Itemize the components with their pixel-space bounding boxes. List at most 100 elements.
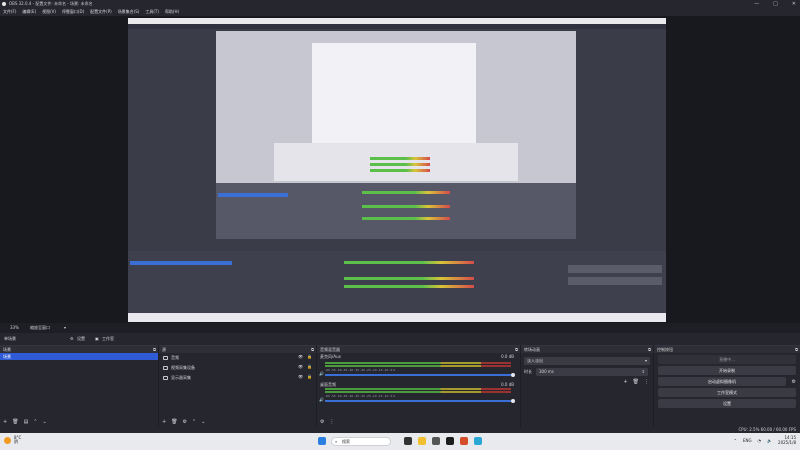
studio-mode-button[interactable]: 工作室模式 (658, 388, 796, 397)
delete-icon[interactable]: 🗑 (12, 417, 18, 427)
fps-readout: 60.00 / 60.00 FPS (760, 427, 796, 432)
move-up-icon[interactable]: ⌃ (192, 417, 196, 427)
program-preview[interactable] (128, 18, 666, 322)
delete-icon[interactable]: 🗑 (633, 379, 639, 385)
speaker-icon[interactable]: 🔊 (319, 371, 324, 376)
taskbar: 8°C 阴 ⌕ 搜索 ⌃ ENG ◔ 🔈 14:15 2025/1/8 (0, 433, 800, 450)
virtual-camera-button[interactable]: 启动虚拟摄像机 (658, 377, 786, 386)
weather-widget[interactable]: 8°C 阴 (4, 436, 21, 444)
maximize-button[interactable]: □ (773, 0, 778, 8)
controls-header: 控制按钮 ⧉ (654, 346, 800, 353)
nested-docks-row (128, 251, 666, 313)
start-recording-button[interactable]: 开始录制 (658, 366, 796, 375)
audio-mixer-dock: 音频混音器 ⧉ 麦克风/Aux 0.0 dB -60 -55 -50 -45 -… (317, 345, 520, 427)
source-item[interactable]: 音频 👁 🔒 (159, 353, 316, 363)
settings-button[interactable]: 设置 (77, 333, 85, 345)
transition-type-select[interactable]: 淡入淡出 ▾ (524, 357, 650, 365)
gear-icon[interactable]: ⚙ (792, 379, 796, 385)
streaming-button[interactable]: 直播中... (658, 355, 796, 364)
menu-edit[interactable]: 编辑(E) (22, 8, 36, 16)
move-up-icon[interactable]: ⌃ (33, 417, 37, 427)
add-icon[interactable]: + (3, 417, 7, 427)
delete-icon[interactable]: 🗑 (171, 417, 177, 427)
dock-settings-icon[interactable]: ⧉ (795, 346, 798, 353)
add-icon[interactable]: + (162, 417, 166, 427)
nested-strip (274, 143, 518, 181)
taskbar-search[interactable]: ⌕ 搜索 (331, 437, 391, 446)
more-icon[interactable]: ⋮ (329, 417, 334, 427)
duration-label: 时长 (524, 369, 532, 374)
stepper-icon[interactable]: ⇕ (642, 368, 645, 376)
menu-profile[interactable]: 配置文件(P) (90, 8, 112, 16)
mixer-settings-icon[interactable]: ⚙ (320, 417, 324, 427)
channel-db: 0.0 dB (501, 382, 514, 387)
file-explorer-icon[interactable] (418, 437, 426, 445)
volume-slider[interactable] (325, 374, 511, 376)
obs-taskbar-icon[interactable] (446, 437, 454, 445)
scenes-header: 场景 ⧉ (0, 346, 158, 353)
transitions-title: 转场动画 (524, 347, 540, 352)
eye-icon[interactable]: 👁 (298, 374, 303, 379)
move-down-icon[interactable]: ⌄ (201, 417, 205, 427)
speaker-icon[interactable]: 🔊 (319, 397, 324, 402)
menu-help[interactable]: 帮助(H) (165, 8, 179, 16)
chevron-up-icon[interactable]: ⌃ (734, 438, 737, 443)
mixer-channel: 麦克风/Aux 0.0 dB -60 -55 -50 -45 -40 -35 -… (317, 353, 520, 381)
scale-dropdown[interactable]: 缩放至窗口 (30, 323, 50, 333)
dock-settings-icon[interactable]: ⧉ (515, 346, 518, 353)
meter-scale: -60 -55 -50 -45 -40 -35 -30 -25 -20 -15 … (325, 394, 396, 398)
duration-input[interactable]: 300 ms ⇕ (536, 368, 648, 376)
volume-icon[interactable]: 🔈 (767, 438, 772, 443)
lock-icon[interactable]: 🔒 (307, 354, 312, 359)
task-view-icon[interactable] (404, 437, 412, 445)
filter-icon[interactable]: ▤ (24, 417, 29, 427)
chevron-down-icon[interactable]: ▾ (64, 323, 66, 333)
scene-item[interactable]: 场景 (0, 353, 158, 360)
windows-start-icon[interactable] (318, 437, 326, 445)
level-meter (325, 388, 511, 390)
wifi-icon[interactable]: ◔ (758, 438, 762, 443)
scene-toolbar: 单场景 ⚙ 设置 ▣ 工作室 (0, 333, 800, 345)
settings-button[interactable]: 设置 (658, 399, 796, 408)
menu-file[interactable]: 文件(F) (3, 8, 16, 16)
more-icon[interactable]: ⋮ (644, 379, 649, 385)
close-button[interactable]: ✕ (792, 0, 796, 8)
gear-icon[interactable]: ⚙ (70, 333, 74, 345)
move-down-icon[interactable]: ⌄ (43, 417, 47, 427)
menu-scene-collection[interactable]: 场景集合(S) (118, 8, 140, 16)
dock-settings-icon[interactable]: ⧉ (648, 346, 651, 353)
studio-icon[interactable]: ▣ (95, 333, 99, 345)
nested-docks (216, 183, 576, 239)
add-icon[interactable]: + (623, 379, 627, 385)
dock-settings-icon[interactable]: ⧉ (311, 346, 314, 353)
audio-source-icon (163, 356, 168, 360)
zoom-level: 33% (10, 325, 19, 330)
lang-indicator[interactable]: ENG (743, 438, 752, 443)
sources-footer: + 🗑 ⚙ ⌃ ⌄ (159, 417, 316, 427)
dock-settings-icon[interactable]: ⧉ (153, 346, 156, 353)
app-icon[interactable] (432, 437, 440, 445)
volume-slider[interactable] (325, 400, 511, 402)
properties-icon[interactable]: ⚙ (183, 417, 187, 427)
clock[interactable]: 14:15 2025/1/8 (778, 435, 796, 445)
menu-tools[interactable]: 工具(T) (145, 8, 159, 16)
source-item[interactable]: 显示器采集 👁 🔒 (159, 373, 316, 383)
app-icon[interactable] (460, 437, 468, 445)
volume-slider-knob[interactable] (511, 399, 515, 403)
source-item[interactable]: 视频采集设备 👁 🔒 (159, 363, 316, 373)
edge-browser-icon[interactable] (474, 437, 482, 445)
transitions-header: 转场动画 ⧉ (521, 346, 653, 353)
eye-icon[interactable]: 👁 (298, 354, 303, 359)
studio-button[interactable]: 工作室 (102, 333, 114, 345)
eye-icon[interactable]: 👁 (298, 364, 303, 369)
menu-view[interactable]: 视图(V) (42, 8, 56, 16)
lock-icon[interactable]: 🔒 (307, 374, 312, 379)
mixer-header: 音频混音器 ⧉ (317, 346, 520, 353)
mixer-footer: ⚙ ⋮ (317, 417, 520, 427)
source-name: 视频采集设备 (171, 365, 195, 370)
volume-slider-knob[interactable] (511, 373, 515, 377)
lock-icon[interactable]: 🔒 (307, 364, 312, 369)
minimize-button[interactable]: — (754, 0, 759, 8)
menu-docks[interactable]: 停靠窗口(D) (62, 8, 84, 16)
mixer-channel: 桌面音频 0.0 dB -60 -55 -50 -45 -40 -35 -30 … (317, 381, 520, 409)
